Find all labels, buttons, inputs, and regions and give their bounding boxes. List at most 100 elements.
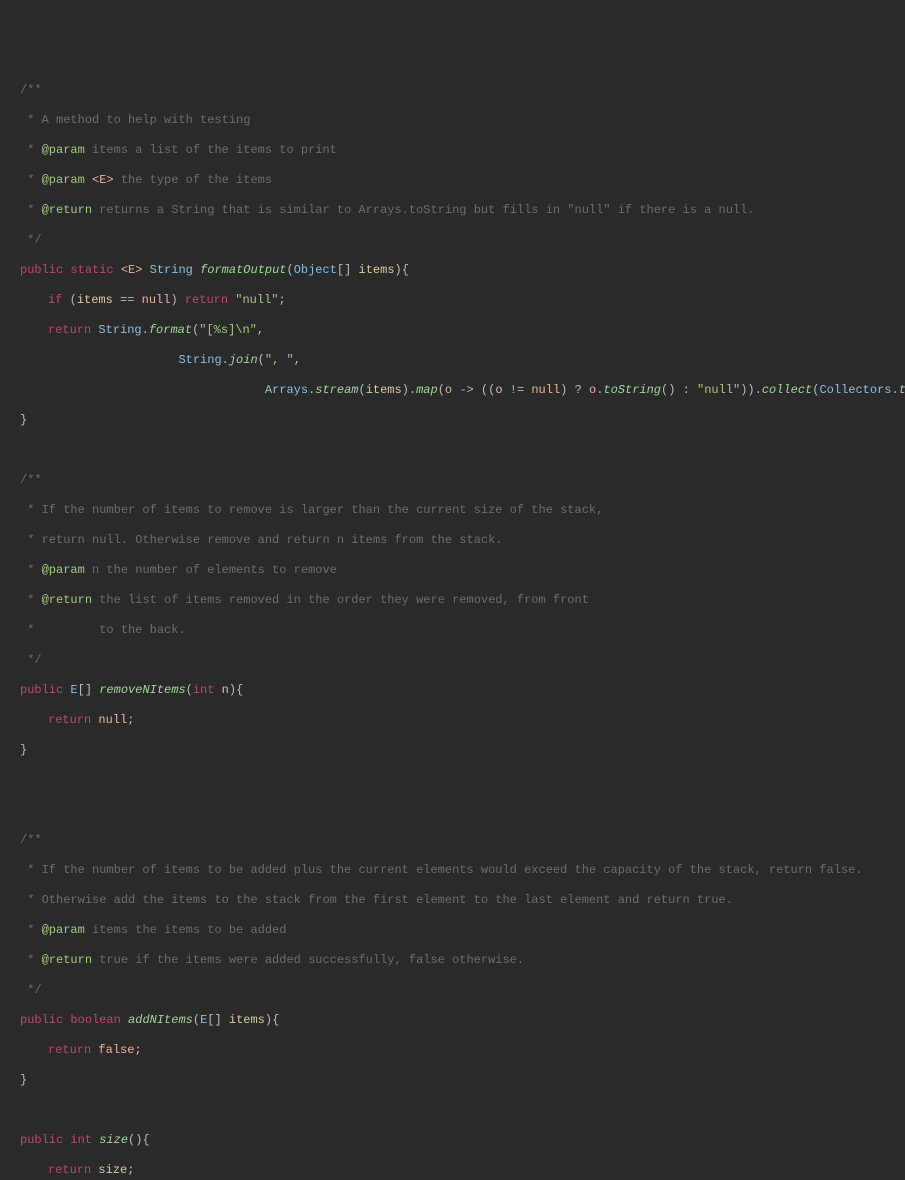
javadoc-param-tag: @param bbox=[42, 563, 85, 577]
indent bbox=[20, 353, 178, 367]
comment-line: /** bbox=[0, 473, 905, 488]
javadoc-text: true if the items were added successfull… bbox=[92, 953, 524, 967]
javadoc-star: * bbox=[20, 143, 42, 157]
param-name: n bbox=[222, 683, 229, 697]
method-call: format bbox=[149, 323, 192, 337]
comma: , bbox=[257, 323, 264, 337]
javadoc-open: /** bbox=[20, 833, 42, 847]
javadoc-text: n the number of elements to remove bbox=[85, 563, 337, 577]
javadoc-text: to the back. bbox=[42, 623, 186, 637]
code-line: return String.format("[%s]\n", bbox=[0, 323, 905, 338]
javadoc-text: items the items to be added bbox=[85, 923, 287, 937]
blank-line bbox=[0, 443, 905, 458]
code-line: Arrays.stream(items).map(o -> ((o != nul… bbox=[0, 383, 905, 398]
comment-line: * @param <E> the type of the items bbox=[0, 173, 905, 188]
javadoc-param-tag: @param bbox=[42, 173, 85, 187]
javadoc-text: the list of items removed in the order t… bbox=[92, 593, 589, 607]
javadoc-close: */ bbox=[20, 233, 42, 247]
generic-type: <E> bbox=[121, 263, 143, 277]
identifier: size bbox=[98, 1163, 127, 1177]
javadoc-star: * bbox=[20, 953, 42, 967]
javadoc-text: returns a String that is similar to Arra… bbox=[92, 203, 755, 217]
javadoc-text: items a list of the items to print bbox=[85, 143, 337, 157]
comment-line: * to the back. bbox=[0, 623, 905, 638]
code-line: if (items == null) return "null"; bbox=[0, 293, 905, 308]
method-name: size bbox=[99, 1133, 128, 1147]
javadoc-star: * bbox=[20, 113, 42, 127]
close-brace: } bbox=[0, 1073, 905, 1088]
javadoc-text: If the number of items to be added plus … bbox=[42, 863, 863, 877]
javadoc-text: A method to help with testing bbox=[42, 113, 251, 127]
paren: ( bbox=[193, 1013, 200, 1027]
comment-line: * @return returns a String that is simil… bbox=[0, 203, 905, 218]
paren: ( bbox=[258, 353, 265, 367]
generic-type: E bbox=[70, 683, 77, 697]
method-call-partial: to bbox=[899, 383, 905, 397]
operator-ne: != bbox=[503, 383, 532, 397]
string-literal: "[%s]\n" bbox=[199, 323, 257, 337]
method-call: stream bbox=[315, 383, 358, 397]
code-line: return null; bbox=[0, 713, 905, 728]
semicolon: ; bbox=[279, 293, 286, 307]
javadoc-text: return null. Otherwise remove and return… bbox=[42, 533, 503, 547]
paren: ( bbox=[62, 293, 76, 307]
indent bbox=[20, 383, 265, 397]
keyword-return: return bbox=[48, 713, 91, 727]
comment-line: * If the number of items to be added plu… bbox=[0, 863, 905, 878]
type-arrays: Arrays bbox=[265, 383, 308, 397]
method-name: addNItems bbox=[128, 1013, 193, 1027]
keyword-int: int bbox=[193, 683, 215, 697]
dot: . bbox=[142, 323, 149, 337]
keyword-static: static bbox=[70, 263, 113, 277]
paren-brace: (){ bbox=[128, 1133, 150, 1147]
keyword-null: null bbox=[98, 713, 127, 727]
comment-line: * A method to help with testing bbox=[0, 113, 905, 128]
keyword-public: public bbox=[20, 263, 63, 277]
identifier: o bbox=[495, 383, 502, 397]
paren: ( bbox=[186, 683, 193, 697]
method-call: map bbox=[416, 383, 438, 397]
comment-line: * Otherwise add the items to the stack f… bbox=[0, 893, 905, 908]
return-type: String bbox=[150, 263, 193, 277]
keyword-null: null bbox=[531, 383, 560, 397]
brace: } bbox=[20, 413, 27, 427]
identifier: items bbox=[366, 383, 402, 397]
array-brackets: [] bbox=[207, 1013, 229, 1027]
string-literal: "null" bbox=[697, 383, 740, 397]
keyword-public: public bbox=[20, 1133, 63, 1147]
javadoc-star: * bbox=[20, 893, 42, 907]
javadoc-open: /** bbox=[20, 83, 42, 97]
javadoc-star: * bbox=[20, 863, 42, 877]
ternary-colon: () : bbox=[661, 383, 697, 397]
semicolon: ; bbox=[127, 1163, 134, 1177]
keyword-null: null bbox=[142, 293, 171, 307]
comment-line: * @return true if the items were added s… bbox=[0, 953, 905, 968]
param-name: items bbox=[229, 1013, 265, 1027]
keyword-int: int bbox=[70, 1133, 92, 1147]
ternary: ) ? bbox=[560, 383, 589, 397]
comment-line: /** bbox=[0, 833, 905, 848]
blank-line bbox=[0, 1103, 905, 1118]
javadoc-star: * bbox=[20, 923, 42, 937]
type-collectors: Collectors bbox=[819, 383, 891, 397]
keyword-if: if bbox=[48, 293, 62, 307]
comment-line: * @param items the items to be added bbox=[0, 923, 905, 938]
method-call: collect bbox=[762, 383, 812, 397]
comment-line: */ bbox=[0, 983, 905, 998]
dot: . bbox=[891, 383, 898, 397]
param-name: items bbox=[359, 263, 395, 277]
semicolon: ; bbox=[134, 1043, 141, 1057]
paren-brace: ){ bbox=[395, 263, 409, 277]
generic-type: E bbox=[200, 1013, 207, 1027]
keyword-false: false bbox=[98, 1043, 134, 1057]
javadoc-return-tag: @return bbox=[42, 593, 92, 607]
array-brackets: [] bbox=[78, 683, 100, 697]
javadoc-star: * bbox=[20, 563, 42, 577]
method-name: formatOutput bbox=[200, 263, 286, 277]
blank-line bbox=[0, 803, 905, 818]
operator-eq: == bbox=[113, 293, 142, 307]
code-line: String.join(", ", bbox=[0, 353, 905, 368]
keyword-public: public bbox=[20, 683, 63, 697]
paren: ( bbox=[358, 383, 365, 397]
blank-line bbox=[0, 773, 905, 788]
